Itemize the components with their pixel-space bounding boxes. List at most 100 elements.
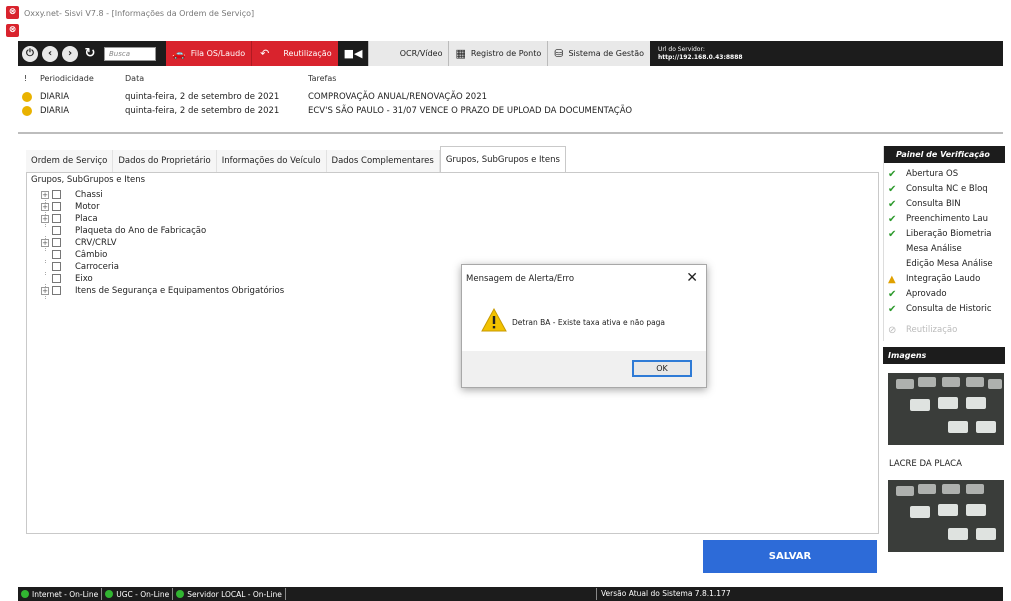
sistema-gestao-label: Sistema de Gestão [568, 49, 644, 58]
task-tarefa: COMPROVAÇÃO ANUAL/RENOVAÇÃO 2021 [308, 92, 488, 102]
warning-icon [481, 308, 507, 332]
database-icon: ⛁ [554, 47, 564, 60]
tree-item-carroceria[interactable]: Carroceria [41, 261, 119, 272]
status-servidor-label: Servidor LOCAL - On-Line [187, 589, 282, 599]
item-checkbox[interactable] [52, 238, 61, 247]
tree-item-placa[interactable]: + Placa [41, 213, 98, 224]
expand-icon[interactable]: + [41, 202, 49, 211]
tree-item-eixo[interactable]: Eixo [41, 273, 93, 284]
keyboard-key [938, 504, 958, 516]
keyboard-key [948, 421, 968, 433]
panel-item-label: Consulta NC e Bloq [906, 184, 988, 194]
panel-title: Painel de Verificação [884, 146, 1005, 163]
tree-item-label: Plaqueta do Ano de Fabricação [75, 225, 207, 236]
tab-ordem-servico[interactable]: Ordem de Serviço [26, 150, 114, 172]
check-icon: ✔ [888, 303, 897, 315]
check-icon: ✔ [888, 168, 897, 180]
main-toolbar: ⏻ ‹ › ↻ Busca 🚗 Fila OS/Laudo ↶ Reutiliz… [18, 41, 1003, 66]
search-input[interactable]: Busca [104, 46, 156, 61]
back-icon[interactable]: ‹ [42, 45, 58, 62]
forward-icon[interactable]: › [62, 45, 78, 62]
save-button[interactable]: SALVAR [703, 540, 877, 573]
fila-os-button[interactable]: 🚗 Fila OS/Laudo [166, 41, 252, 66]
tree-spacer [41, 274, 49, 283]
check-icon: ✔ [888, 183, 897, 195]
expand-icon[interactable]: + [41, 214, 49, 223]
item-checkbox[interactable] [52, 202, 61, 211]
tree-item-label: Carroceria [75, 261, 119, 272]
keyboard-key [966, 397, 986, 409]
registro-ponto-button[interactable]: ▦ Registro de Ponto [448, 41, 548, 66]
window-titlebar: ⊗ Oxxy.net- Sisvi V7.8 - [Informações da… [0, 0, 1011, 40]
item-checkbox[interactable] [52, 226, 61, 235]
close-icon[interactable]: ✕ [686, 270, 698, 286]
keyboard-key [966, 484, 984, 494]
tree-spacer [41, 226, 49, 235]
ok-button[interactable]: OK [632, 360, 692, 377]
item-checkbox[interactable] [52, 250, 61, 259]
tree-item-label: Câmbio [75, 249, 108, 260]
window-title: Oxxy.net- Sisvi V7.8 - [Informações da O… [24, 9, 255, 18]
app-menu-icon[interactable]: ⊗ [6, 24, 19, 37]
power-icon[interactable]: ⏻ [22, 45, 38, 62]
item-checkbox[interactable] [52, 214, 61, 223]
panel-item-consulta-nc: ✔ Consulta NC e Bloq [888, 183, 988, 195]
reutilizacao-label: Reutilização [283, 49, 332, 58]
task-tarefa: ECV'S SÃO PAULO - 31/07 VENCE O PRAZO DE… [308, 106, 633, 116]
keyboard-key [948, 528, 968, 540]
check-icon: ✔ [888, 213, 897, 225]
check-icon: ✔ [888, 288, 897, 300]
check-icon: ✔ [888, 228, 897, 240]
registro-ponto-label: Registro de Ponto [470, 49, 542, 58]
online-status-icon [105, 590, 114, 598]
col-header-tarefas: Tarefas [308, 74, 337, 83]
tree-item-chassi[interactable]: + Chassi [41, 189, 103, 200]
keyboard-key [918, 484, 936, 494]
expand-icon[interactable]: + [41, 238, 49, 247]
tree-item-motor[interactable]: + Motor [41, 201, 100, 212]
panel-item-label: Consulta BIN [906, 199, 961, 209]
keyboard-key [976, 528, 996, 540]
sistema-gestao-button[interactable]: ⛁ Sistema de Gestão [547, 41, 650, 66]
ocr-video-label: OCR/Vídeo [399, 49, 443, 58]
tab-grupos-subgrupos-itens[interactable]: Grupos, SubGrupos e Itens [439, 146, 566, 172]
undo-arrow-icon: ↶ [260, 47, 270, 60]
ocr-video-button[interactable]: OCR/Vídeo [368, 41, 449, 66]
expand-icon[interactable]: + [41, 190, 49, 199]
tree-item-cambio[interactable]: Câmbio [41, 249, 107, 260]
tab-informacoes-veiculo[interactable]: Informações do Veículo [216, 150, 327, 172]
panel-item-label: Integração Laudo [906, 274, 981, 284]
image-thumbnail[interactable] [888, 480, 1004, 552]
tree-item-plaqueta[interactable]: Plaqueta do Ano de Fabricação [41, 225, 206, 236]
check-icon: ✔ [888, 198, 897, 210]
panel-item-label: Aprovado [906, 289, 947, 299]
item-checkbox[interactable] [52, 262, 61, 271]
online-status-icon [21, 590, 29, 598]
status-internet-label: Internet - On-Line [32, 589, 99, 599]
refresh-icon[interactable]: ↻ [82, 46, 98, 62]
main-content: Ordem de Serviço Dados do Proprietário I… [26, 146, 879, 534]
panel-item-preenchimento: ✔ Preenchimento Lau [888, 213, 988, 225]
tab-dados-complementares[interactable]: Dados Complementares [326, 150, 440, 172]
item-checkbox[interactable] [52, 286, 61, 295]
keyboard-key [910, 506, 930, 518]
reutilizacao-button[interactable]: Reutilização [277, 41, 338, 66]
tab-dados-proprietario[interactable]: Dados do Proprietário [113, 150, 217, 172]
video-camera-button[interactable]: ■◀ [338, 41, 369, 66]
panel-item-abertura-os: ✔ Abertura OS [888, 168, 958, 180]
expand-icon[interactable]: + [41, 286, 49, 295]
tree-item-crv-crlv[interactable]: + CRV/CRLV [41, 237, 117, 248]
tree-item-itens-seguranca[interactable]: + Itens de Segurança e Equipamentos Obri… [41, 285, 284, 296]
status-ugc: UGC - On-Line [102, 588, 174, 600]
server-url-value: http://192.168.0.43:8888 [657, 53, 743, 61]
panel-item-label: Liberação Biometria [906, 229, 992, 239]
item-checkbox[interactable] [52, 190, 61, 199]
item-checkbox[interactable] [52, 274, 61, 283]
warning-icon: ▲ [888, 273, 896, 285]
image-thumbnail[interactable] [888, 373, 1004, 445]
video-camera-icon: ■◀ [343, 47, 363, 60]
system-version: Versão Atual do Sistema 7.8.1.177 [596, 588, 731, 600]
panel-item-integracao-laudo: ▲ Integração Laudo [888, 273, 980, 285]
alert-dialog: Mensagem de Alerta/Erro ✕ Detran BA - Ex… [461, 264, 707, 388]
back-arrow-button[interactable]: ↶ [251, 41, 278, 66]
